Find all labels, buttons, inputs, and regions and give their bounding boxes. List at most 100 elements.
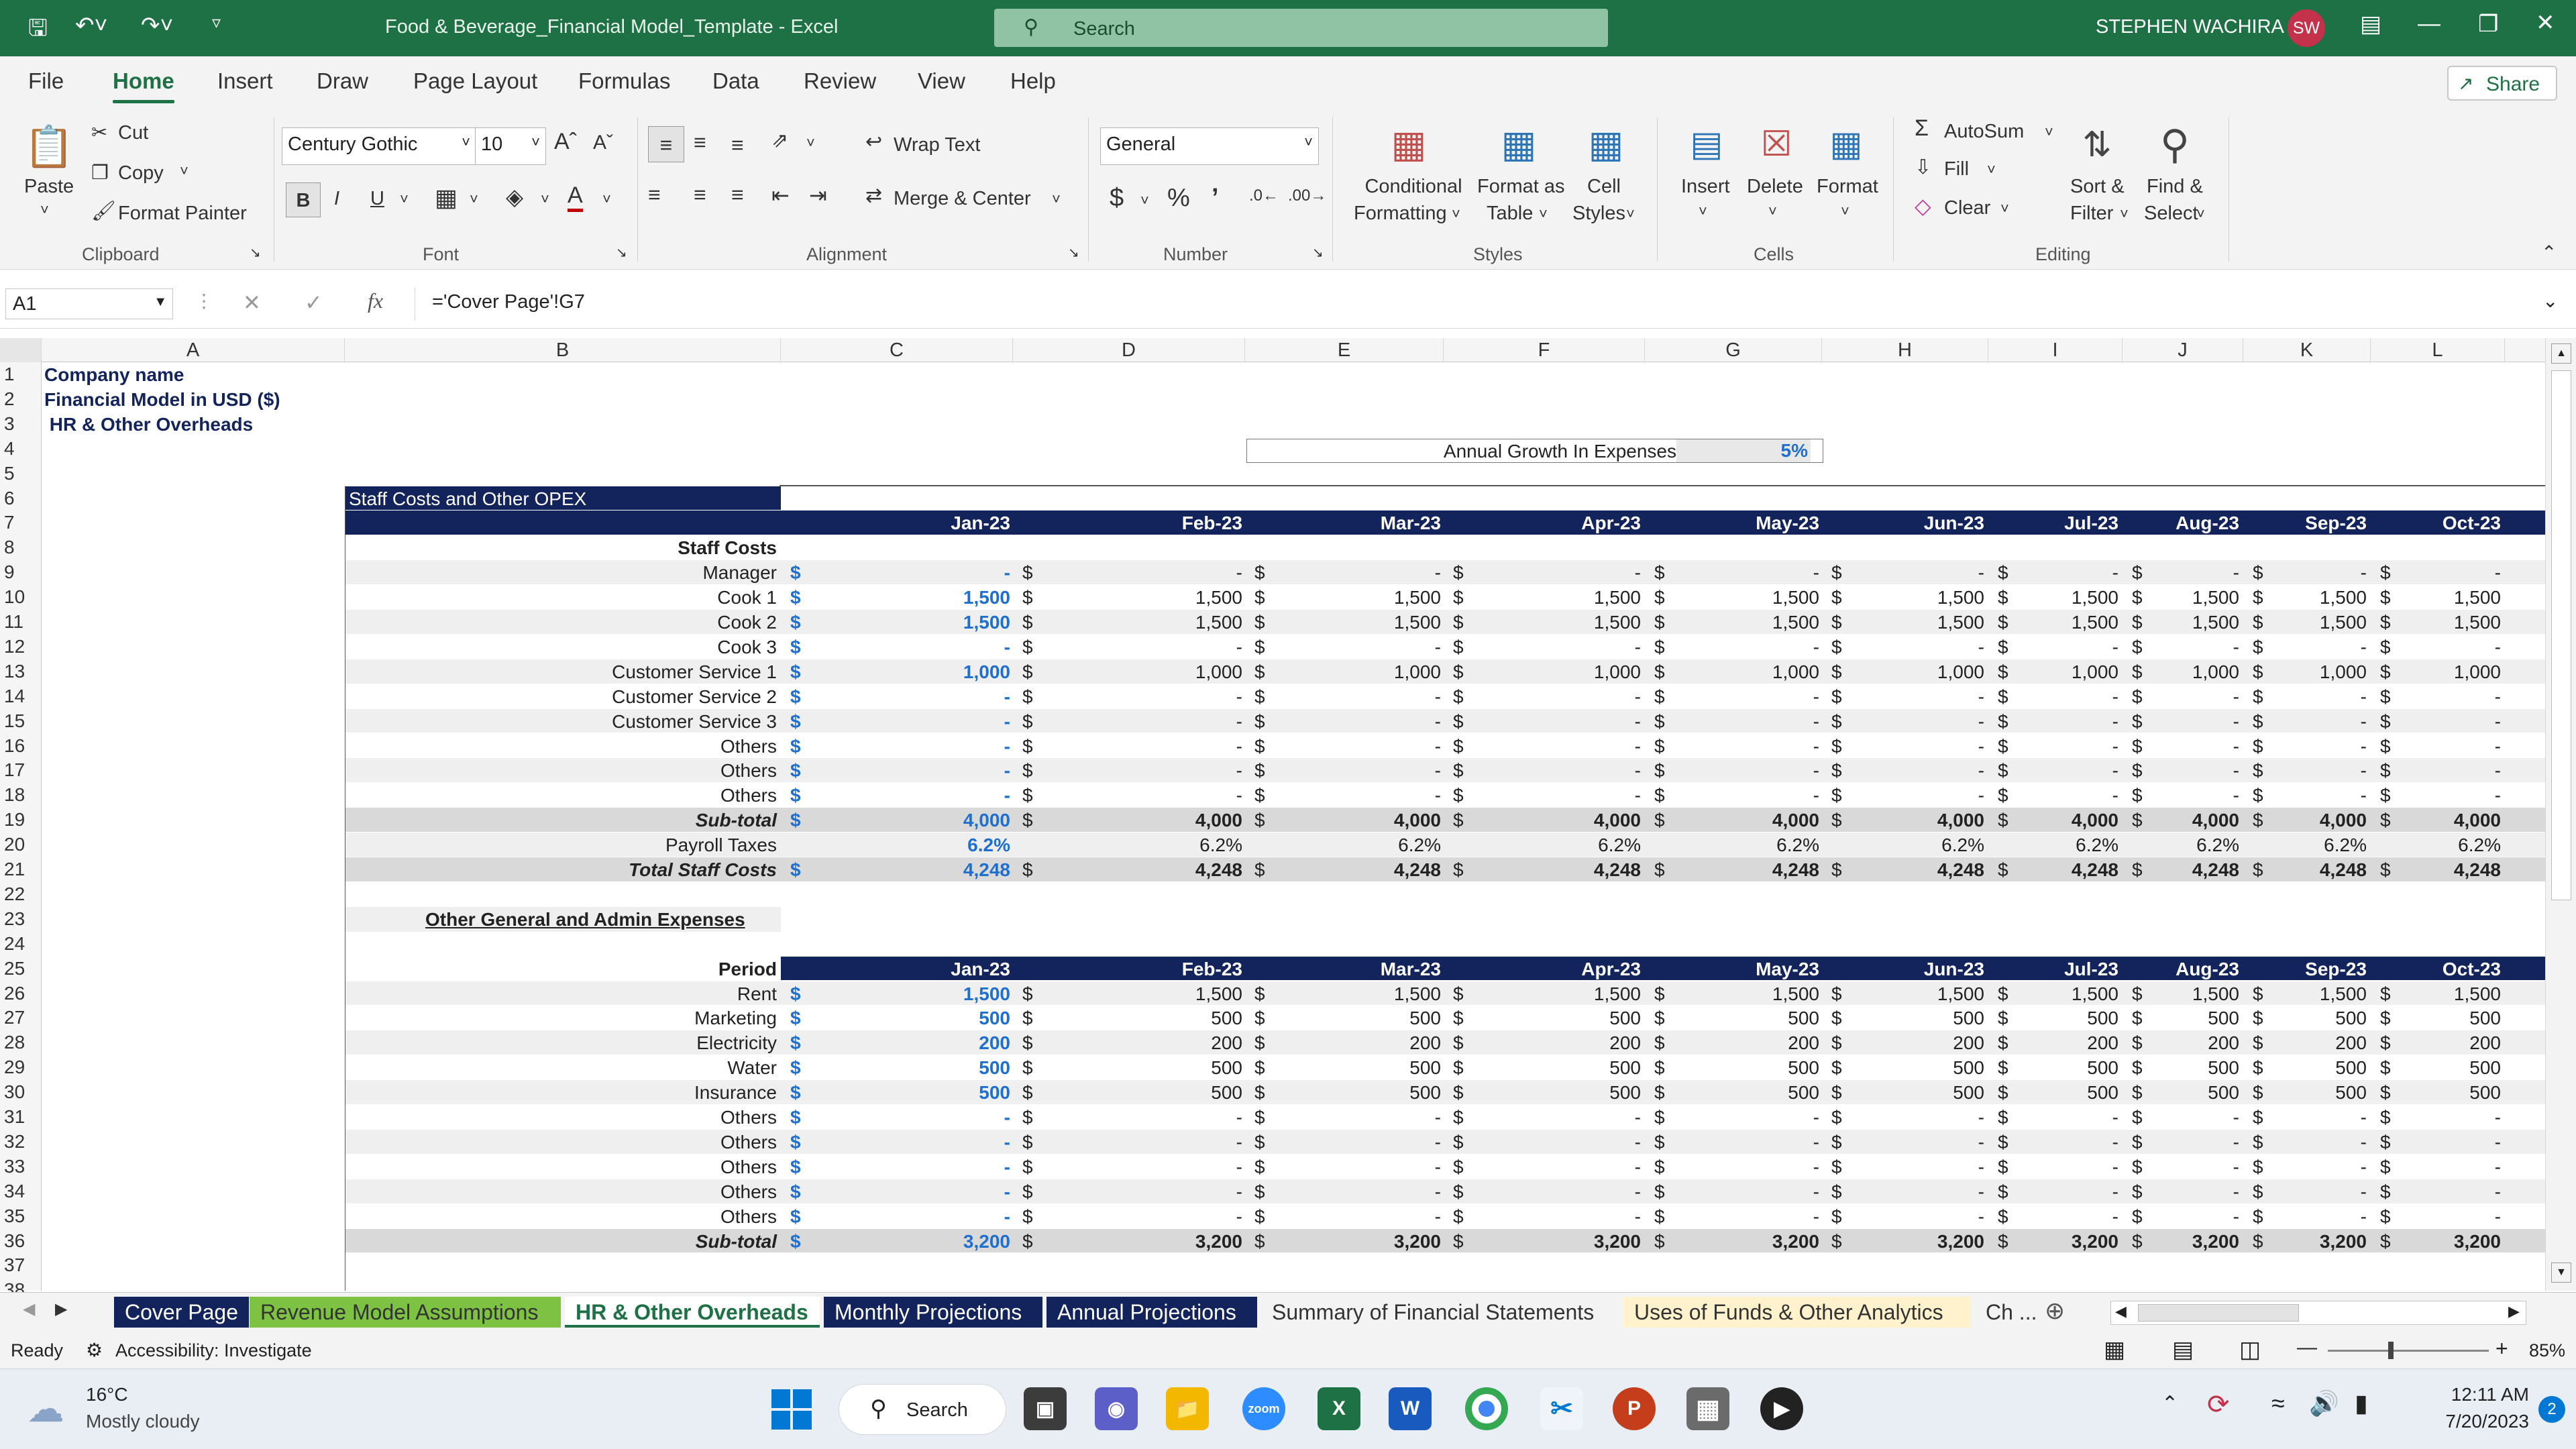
value-cell[interactable]: 500 (1837, 1006, 1984, 1030)
row-header[interactable]: 33 (0, 1155, 39, 1179)
value-cell[interactable]: - (2219, 709, 2367, 734)
value-cell[interactable]: 1,500 (1095, 981, 1242, 1006)
cut-button[interactable]: Cut (118, 122, 148, 144)
customize-toolbar-icon[interactable]: ▿ (212, 12, 221, 33)
value-cell[interactable]: 3,200 (2353, 1229, 2501, 1254)
row-label[interactable]: Sub-total (441, 808, 777, 833)
copy-button[interactable]: Copy (118, 162, 164, 184)
value-cell[interactable]: 1,500 (2092, 585, 2239, 610)
scroll-down-icon[interactable]: ▼ (2551, 1263, 2571, 1283)
conditional-formatting-label-1[interactable]: Conditional (1356, 176, 1470, 198)
formula-input[interactable]: ='Cover Page'!G7 (432, 291, 585, 313)
month-header[interactable]: Feb-23 (1108, 511, 1242, 535)
borders-dropdown-icon[interactable]: ˅ (470, 191, 478, 208)
value-cell[interactable]: 1,500 (1672, 981, 1819, 1006)
value-cell[interactable]: - (1493, 709, 1641, 734)
value-cell[interactable]: 1,000 (863, 659, 1010, 684)
value-cell[interactable]: - (2353, 783, 2501, 808)
value-cell[interactable]: 6.2% (2219, 833, 2367, 857)
zoom-app-icon[interactable]: zoom (1242, 1387, 1285, 1430)
value-cell[interactable]: - (2353, 635, 2501, 659)
row-header[interactable]: 37 (0, 1253, 39, 1278)
sheet-tab[interactable]: Summary of Financial Statements (1261, 1297, 1611, 1328)
value-cell[interactable]: - (1293, 734, 1441, 759)
chevron-down-icon[interactable]: ˅ (1539, 205, 1548, 223)
value-cell[interactable]: 1,000 (1493, 659, 1641, 684)
font-color-dropdown-icon[interactable]: ˅ (602, 191, 611, 208)
paste-icon[interactable]: 📋 (24, 118, 74, 174)
value-cell[interactable]: - (2219, 635, 2367, 659)
value-cell[interactable]: - (2353, 709, 2501, 734)
value-cell[interactable]: - (1837, 560, 1984, 585)
value-cell[interactable]: 6.2% (2092, 833, 2239, 857)
value-cell[interactable]: - (863, 709, 1010, 734)
value-cell[interactable]: - (2353, 560, 2501, 585)
column-header-d[interactable]: D (1013, 338, 1245, 362)
row-header[interactable]: 22 (0, 882, 39, 907)
row-header[interactable]: 29 (0, 1055, 39, 1080)
powerpoint-app-icon[interactable]: P (1613, 1387, 1656, 1430)
value-cell[interactable]: - (1493, 783, 1641, 808)
prev-sheet-icon[interactable]: ◀ (23, 1299, 35, 1319)
value-cell[interactable]: - (1837, 734, 1984, 759)
value-cell[interactable]: 6.2% (1672, 833, 1819, 857)
worksheet-grid[interactable]: Company name Financial Model in USD ($) … (42, 362, 2545, 1291)
value-cell[interactable]: - (863, 1130, 1010, 1155)
chevron-down-icon[interactable]: ˅ (1699, 203, 1707, 220)
value-cell[interactable]: 1,000 (1837, 659, 1984, 684)
sheet-tab[interactable]: Annual Projections (1046, 1297, 1257, 1328)
value-cell[interactable]: - (2092, 1204, 2239, 1229)
word-app-icon[interactable]: W (1389, 1387, 1432, 1430)
row-header[interactable]: 17 (0, 758, 39, 783)
value-cell[interactable]: 4,000 (1837, 808, 1984, 833)
value-cell[interactable]: 4,248 (2092, 857, 2239, 882)
share-button[interactable]: ↗ Share (2447, 66, 2557, 101)
value-cell[interactable]: 1,500 (2219, 585, 2367, 610)
value-cell[interactable]: 4,000 (1293, 808, 1441, 833)
value-cell[interactable]: 500 (1293, 1080, 1441, 1105)
format-as-table-label-1[interactable]: Format as (1477, 176, 1565, 198)
row-label[interactable]: Marketing (441, 1006, 777, 1030)
value-cell[interactable]: - (863, 1204, 1010, 1229)
insert-function-icon[interactable]: fx (368, 288, 383, 313)
scroll-thumb[interactable] (2551, 370, 2571, 900)
currency-dropdown-icon[interactable]: ˅ (1140, 192, 1149, 209)
row-header[interactable]: 28 (0, 1030, 39, 1055)
value-cell[interactable]: - (863, 1105, 1010, 1130)
column-header-g[interactable]: G (1645, 338, 1822, 362)
value-cell[interactable]: - (1837, 709, 1984, 734)
row-label[interactable]: Others (441, 758, 777, 783)
value-cell[interactable]: - (1672, 684, 1819, 709)
value-cell[interactable]: - (2092, 709, 2239, 734)
value-cell[interactable]: 500 (2092, 1080, 2239, 1105)
row-label[interactable]: Others (441, 1105, 777, 1130)
horizontal-scroll-thumb[interactable] (2138, 1304, 2299, 1322)
value-cell[interactable]: - (1837, 783, 1984, 808)
row-header[interactable]: 18 (0, 783, 39, 808)
conditional-formatting-label-2[interactable]: Formatting (1354, 203, 1447, 225)
number-format-select[interactable]: General ˅ (1100, 127, 1319, 165)
value-cell[interactable]: 1,500 (2092, 610, 2239, 635)
borders-icon[interactable]: ▦ (435, 184, 458, 212)
staff-costs-label[interactable]: Staff Costs (508, 535, 777, 560)
value-cell[interactable]: 1,500 (2219, 981, 2367, 1006)
month-header[interactable]: Jun-23 (1850, 511, 1984, 535)
month-header[interactable]: Sep-23 (2233, 511, 2367, 535)
tab-file[interactable]: File (28, 68, 64, 94)
fill-button[interactable]: Fill (1944, 158, 1969, 180)
value-cell[interactable]: 6.2% (1493, 833, 1641, 857)
restore-icon[interactable]: ❐ (2478, 11, 2498, 38)
value-cell[interactable]: - (863, 783, 1010, 808)
value-cell[interactable]: - (1837, 1179, 1984, 1204)
zoom-in-icon[interactable]: + (2496, 1336, 2508, 1361)
value-cell[interactable]: - (1837, 1105, 1984, 1130)
value-cell[interactable]: 4,248 (863, 857, 1010, 882)
row-label[interactable]: Sub-total (441, 1229, 777, 1254)
value-cell[interactable]: 200 (1837, 1030, 1984, 1055)
value-cell[interactable]: - (1672, 1179, 1819, 1204)
value-cell[interactable]: 4,248 (1837, 857, 1984, 882)
value-cell[interactable]: - (1493, 758, 1641, 783)
value-cell[interactable]: - (1095, 709, 1242, 734)
value-cell[interactable]: 500 (1293, 1055, 1441, 1080)
name-box[interactable]: A1 ▼ (5, 288, 173, 319)
